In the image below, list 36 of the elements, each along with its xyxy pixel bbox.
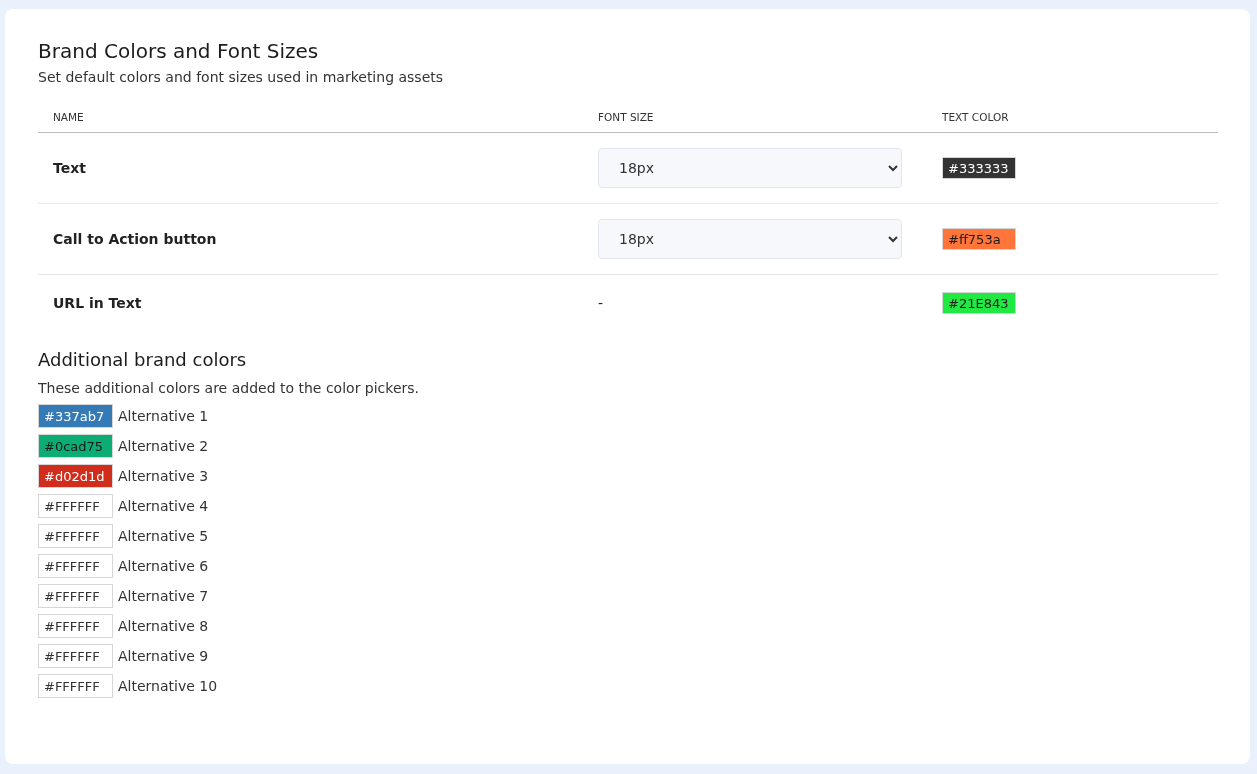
- font-size-text: -: [598, 295, 604, 311]
- color-label: Alternative 10: [118, 678, 218, 694]
- color-swatch-field[interactable]: #d02d1d: [38, 464, 113, 488]
- color-label: Alternative 6: [118, 558, 209, 574]
- section-description: These additional colors are added to the color pickers.: [38, 380, 421, 396]
- color-label: Alternative 1: [118, 408, 209, 424]
- color-swatch-field[interactable]: #333333: [942, 157, 1016, 179]
- color-swatch-field[interactable]: #FFFFFF: [38, 644, 113, 668]
- column-header: FONT SIZE: [598, 99, 942, 133]
- color-swatch-field[interactable]: #FFFFFF: [38, 524, 113, 548]
- page-title: Brand Colors and Font Sizes: [38, 39, 320, 63]
- row-name: URL in Text: [53, 295, 142, 311]
- row-name: Text: [53, 160, 86, 176]
- color-swatch-field[interactable]: #FFFFFF: [38, 614, 113, 638]
- color-label: Alternative 8: [118, 618, 209, 634]
- color-label: Alternative 7: [118, 588, 209, 604]
- section-title: Additional brand colors: [38, 349, 248, 370]
- row-name: Call to Action button: [53, 231, 217, 247]
- color-swatch-field[interactable]: #FFFFFF: [38, 494, 113, 518]
- column-header: NAME: [38, 99, 598, 133]
- color-label: Alternative 3: [118, 468, 209, 484]
- page-subtitle: Set default colors and font sizes used in marketing assets: [38, 69, 445, 85]
- font-size-select[interactable]: 18px: [598, 148, 902, 188]
- color-swatch-field[interactable]: #FFFFFF: [38, 554, 113, 578]
- color-label: Alternative 9: [118, 648, 209, 664]
- font-size-select[interactable]: 18px: [598, 219, 902, 259]
- color-swatch-field[interactable]: #ff753a: [942, 228, 1016, 250]
- color-label: Alternative 4: [118, 498, 209, 514]
- color-label: Alternative 2: [118, 438, 209, 454]
- color-label: Alternative 5: [118, 528, 209, 544]
- color-swatch-field[interactable]: #0cad75: [38, 434, 113, 458]
- color-swatch-field[interactable]: #337ab7: [38, 404, 113, 428]
- column-header: TEXT COLOR: [942, 99, 1218, 133]
- color-swatch-field[interactable]: #21E843: [942, 292, 1016, 314]
- color-swatch-field[interactable]: #FFFFFF: [38, 584, 113, 608]
- color-swatch-field[interactable]: #FFFFFF: [38, 674, 113, 698]
